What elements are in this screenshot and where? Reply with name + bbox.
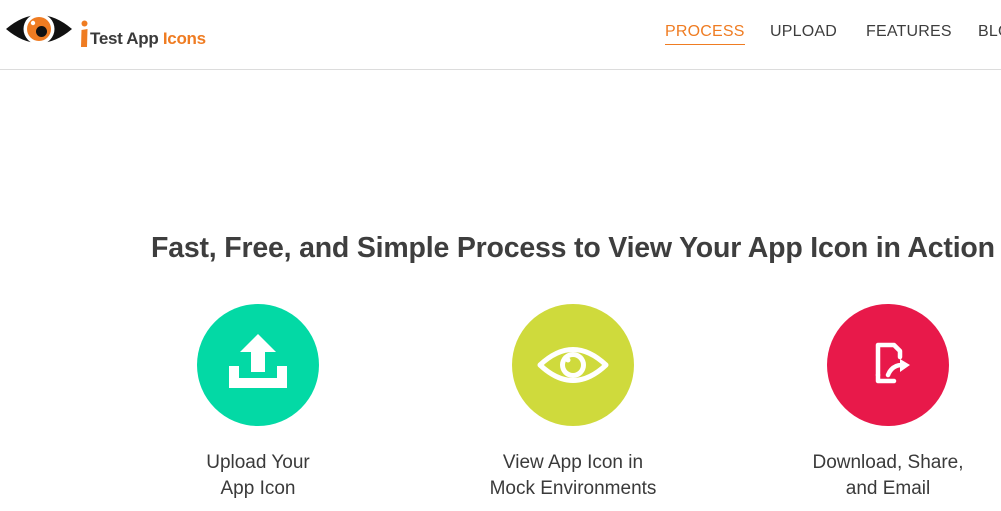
step-label-upload-line2: App Icon (220, 478, 296, 499)
view-circle (512, 304, 634, 426)
site-header: Test App Icons PROCESS UPLOAD FEATURES B… (0, 0, 1001, 70)
process-step-view: View App Icon in Mock Environments (453, 304, 693, 502)
process-step-share: Download, Share, and Email (768, 304, 1001, 502)
share-icon (875, 342, 910, 384)
upload-icon (229, 334, 287, 388)
step-label-share-line2: and Email (845, 478, 931, 499)
process-step-upload: Upload Your App Icon (138, 304, 378, 502)
step-label-share-line1: Download, Share, (812, 452, 964, 473)
logo-i-glyph (81, 20, 88, 47)
nav-item-blog[interactable]: BLOG (978, 22, 1001, 42)
eye-logo-icon (6, 13, 72, 45)
page: Test App Icons PROCESS UPLOAD FEATURES B… (0, 0, 1001, 511)
logo-wordmark: Test App Icons (90, 29, 206, 49)
eye-icon (537, 347, 609, 383)
process-headline: Fast, Free, and Simple Process to View Y… (151, 232, 995, 264)
step-label-upload: Upload Your App Icon (138, 450, 378, 502)
step-label-view-line1: View App Icon in (502, 452, 644, 473)
step-label-upload-line1: Upload Your (206, 452, 310, 473)
step-label-view: View App Icon in Mock Environments (453, 450, 693, 502)
site-logo[interactable]: Test App Icons (4, 7, 206, 51)
share-circle (827, 304, 949, 426)
logo-text-dark: Test App (90, 29, 159, 48)
upload-circle (197, 304, 319, 426)
nav-item-upload[interactable]: UPLOAD (770, 22, 837, 42)
logo-text-accent: Icons (162, 29, 206, 48)
nav-item-features[interactable]: FEATURES (866, 22, 952, 42)
nav-item-process[interactable]: PROCESS (665, 22, 745, 45)
step-label-share: Download, Share, and Email (768, 450, 1001, 502)
step-label-view-line2: Mock Environments (489, 478, 657, 499)
